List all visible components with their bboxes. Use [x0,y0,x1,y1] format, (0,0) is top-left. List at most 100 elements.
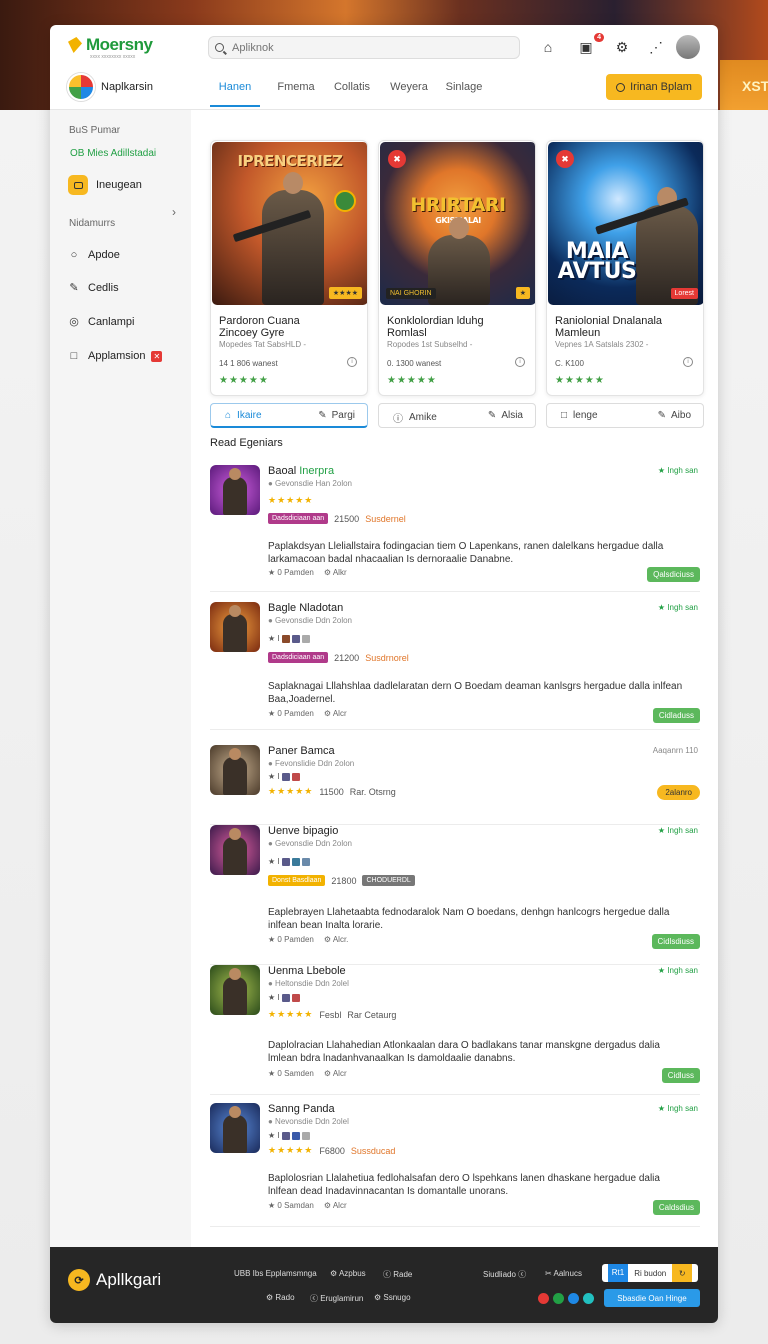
square-icon: □ [70,350,78,362]
count: Fesbl [319,1009,342,1020]
sidebar-item-cedlis[interactable]: ✎ Cedlis [68,282,118,294]
list-item[interactable]: Uenma Lbebole ● Heltonsdie Ddn 2olel ★ I… [210,965,700,1095]
more-icon[interactable]: ⋰ [646,37,666,57]
footer-link[interactable]: UBB Ibs Epplamsmnga [234,1269,317,1278]
brand-tagline: xxxx xxxxxxxx xxxxx [90,54,136,60]
game-tag: Lorest [670,288,698,299]
list-item[interactable]: Paner Bamca ● Fevonslidie Ddn 2olon ★ I … [210,745,700,825]
section-title: Read Egeniars [210,437,283,449]
platform-icons: ★ I [268,634,310,643]
artwork-title: HRIRTARI [410,194,506,216]
info-icon[interactable]: i [515,357,525,367]
game-name: Sanng Panda [268,1103,335,1115]
app-store-button[interactable]: Rt1 Ri budon ↻ [602,1264,698,1282]
featured-card[interactable]: ✖ MAIA AVTUS Lorest Raniolonial Dnalanal… [546,140,704,396]
social-icon-blue[interactable] [568,1293,579,1304]
chevron-right-icon[interactable]: › [172,205,176,219]
sidebar-section-title: BuS Pumar [69,125,121,136]
home-action[interactable]: ⌂ Ikaire [225,410,262,421]
list-item[interactable]: Baoal Inerpra ● Gevonsdie Han 2olon ★★★★… [210,465,700,592]
user-name: Naplkarsin [101,81,153,93]
search-bar[interactable] [208,36,520,59]
sidebar-item-applamsion[interactable]: □ Applamsion ✕ [68,350,163,362]
edit-action[interactable]: ✎ Aibo [658,410,691,421]
download-button[interactable]: Cidluss [661,1068,700,1083]
card-rating: ★★★★★ [555,375,605,386]
edit-action[interactable]: ✎ Pargi [318,410,355,421]
tab-sinlage[interactable]: Sinlage [440,73,488,107]
action-button[interactable]: 2alanro [657,785,700,800]
soldier-figure [262,172,324,305]
social-icon-green[interactable] [553,1293,564,1304]
user-avatar[interactable] [67,73,95,101]
search-icon [215,43,224,52]
sidebar-item-active[interactable]: Ineugean [68,175,142,195]
edit-action[interactable]: ✎ Alsia [488,410,523,421]
brand-name: Moersny [86,35,153,54]
rating-stars: ★★★★★ [268,1145,314,1155]
sidebar-item-canlampi[interactable]: ◎ Canlampi [68,316,134,328]
avatar[interactable] [676,35,700,59]
sidebar-item-highlight[interactable]: OB Mies Adillstadai [70,148,156,159]
square-action[interactable]: □ lenge [561,410,598,421]
info-action[interactable]: ⓘ Amike [393,410,437,425]
rating-stars: ★★★★★ [268,495,314,505]
settings-link[interactable]: ⚙ Alcr. [324,935,349,944]
footer-link[interactable]: ✂ Aalnucs [545,1269,582,1278]
action-label: Pargi [331,410,355,421]
social-icon-red[interactable] [538,1293,549,1304]
circle-icon: ○ [70,249,78,261]
settings-link[interactable]: ⚙ Alkr [324,568,347,577]
tab-weyera[interactable]: Weyera [378,73,440,107]
settings-link[interactable]: ⚙ Alcr [324,1069,347,1078]
action-label: Alsia [501,410,523,421]
footer-logo[interactable]: ⟳ Apllkgari [68,1269,161,1291]
card-title: Raniolonial Dnalanala Mamleun [555,315,663,339]
pen-icon: ✎ [318,410,327,421]
pen-icon: ✎ [487,410,497,421]
list-item[interactable]: Bagle Nladotan ● Gevonsdie Ddn 2olon ★ I… [210,602,700,730]
game-icon [210,745,260,795]
download-button[interactable]: Cidlsdiuss [651,934,700,949]
row-footer: ★ 0 Samdan ⚙ Alcr [268,1201,347,1210]
side-banner-text: XST [742,78,768,94]
footer-link[interactable]: ⓒ Eruglamirun [310,1293,363,1304]
download-button[interactable]: Cidladuss [652,708,700,723]
download-button[interactable]: Qalsdiciuss [647,567,700,582]
download-button[interactable]: Caldsdius [652,1200,700,1215]
list-item[interactable]: Uenve bipagio ● Gevonsdie Ddn 2olon ★ I … [210,825,700,965]
footer-link[interactable]: ⚙ Ssnugo [374,1293,411,1302]
list-item[interactable]: Sanng Panda ● Nevonsdie Ddn 2olel ★ I ★★… [210,1103,700,1227]
footer-link[interactable]: Siudliado ⓒ [483,1269,526,1280]
info-icon[interactable]: i [683,357,693,367]
subscribe-button[interactable]: Sbasdie Oan Hinge [604,1289,700,1307]
notifications-icon[interactable]: ▣ 4 [576,33,604,57]
home-icon[interactable]: ⌂ [538,37,558,57]
info-icon[interactable]: i [347,357,357,367]
folder-icon [68,175,88,195]
row-meta: ★★★★★ 11500 Rar. Otsrng [268,786,396,797]
featured-card[interactable]: ✖ HRIRTARI GKISMALAI NAI GHORIN ★ Konklo… [378,140,536,396]
footer-link[interactable]: ⓒ Rade [383,1269,412,1280]
featured-card[interactable]: IPRENCERIEZ ★★★★ Pardoron Cuana Zincoey … [210,140,368,396]
settings-link[interactable]: ⚙ Alcr [324,709,347,718]
game-icon [210,602,260,652]
game-name: Uenve bipagio [268,825,339,837]
settings-icon[interactable]: ⚙ [612,37,632,57]
game-name-tag: Inerpra [299,465,335,477]
row-meta: Dadsdiciaan aan 21200 Susdrnorel [268,652,409,663]
sidebar-item-apdoe[interactable]: ○ Apdoe [68,249,120,261]
footer-link[interactable]: ⚙ Rado [266,1293,295,1302]
tab-home[interactable]: Hanen [210,73,260,107]
app-window: Moersny xxxx xxxxxxxx xxxxx ⌂ ▣4 ⚙ ⋰ Nap… [50,25,718,1323]
brand-logo[interactable]: Moersny [68,35,153,55]
social-icon-teal[interactable] [583,1293,594,1304]
card-rating: ★★★★★ [219,375,269,386]
settings-link[interactable]: ⚙ Alcr [324,1201,347,1210]
cta-button[interactable]: Irinan Bplam [606,74,702,100]
tab-collatis[interactable]: Collatis [326,73,378,107]
search-input[interactable] [232,41,502,54]
tab-fmema[interactable]: Fmema [266,73,326,107]
soldier-figure [428,217,490,305]
footer-link[interactable]: ⚙ Azpbus [330,1269,366,1278]
